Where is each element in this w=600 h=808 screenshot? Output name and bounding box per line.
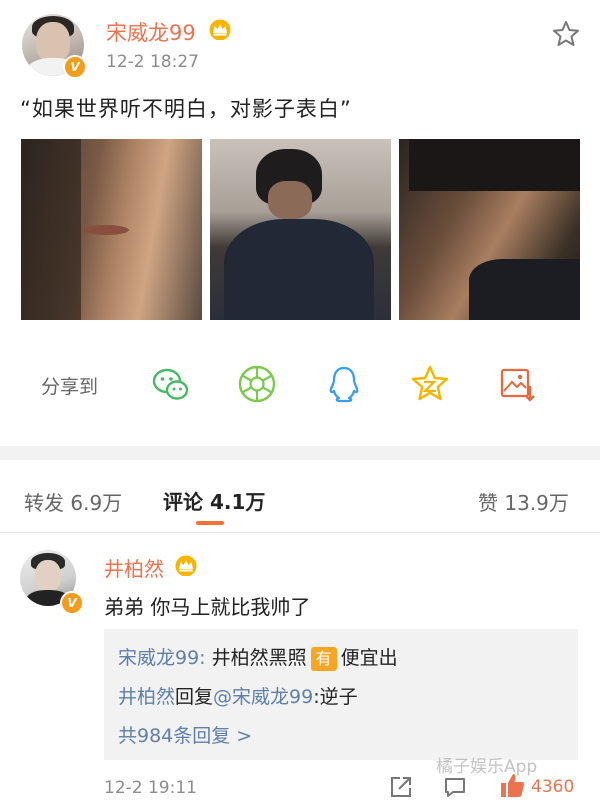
comment-time: 12-2 19:11	[104, 778, 197, 798]
reply-1-author[interactable]: 宋威龙99:	[118, 647, 206, 669]
reply-2-text: :逆子	[313, 686, 358, 708]
more-replies-link[interactable]: 共984条回复 >	[118, 721, 252, 748]
reply-1-tag: 有	[310, 647, 337, 671]
qzone-icon[interactable]	[410, 364, 450, 404]
comment-text: 弟弟 你马上就比我帅了	[104, 595, 311, 619]
avatar-face	[36, 22, 70, 62]
reply-2-mention[interactable]: @宋威龙99	[213, 686, 313, 708]
watermark: 橘子娱乐App	[436, 757, 538, 777]
qq-icon[interactable]	[324, 364, 364, 404]
post-text: “如果世界听不明白，对影子表白”	[20, 97, 352, 121]
crown-icon	[175, 555, 197, 576]
reply-2-mid: 回复	[175, 686, 214, 708]
photo-hair	[409, 139, 580, 191]
moments-icon[interactable]	[237, 364, 277, 404]
verified-badge-icon: V	[63, 55, 87, 79]
section-divider	[0, 446, 600, 460]
share-label: 分享到	[41, 376, 99, 398]
reply-2-author[interactable]: 井柏然	[118, 686, 175, 708]
tabs-bottom-border	[0, 532, 600, 533]
favorite-star-icon[interactable]	[551, 19, 581, 49]
photo-shadow	[21, 139, 81, 320]
comment-icon[interactable]	[443, 775, 467, 799]
photo-lip	[83, 225, 129, 235]
repost-icon[interactable]	[389, 775, 413, 799]
photo-body	[224, 219, 374, 320]
save-image-icon[interactable]	[497, 364, 537, 404]
reply-1: 宋威龙99: 井柏然黑照有便宜出	[118, 643, 398, 671]
commenter-name[interactable]: 井柏然	[104, 553, 164, 582]
author-name[interactable]: 宋威龙99	[106, 17, 196, 47]
reply-thread[interactable]: 宋威龙99: 井柏然黑照有便宜出 井柏然回复@宋威龙99:逆子 共984条回复 …	[104, 629, 578, 760]
reply-1-text-b: 便宜出	[340, 647, 398, 669]
post-photo-2[interactable]	[210, 139, 391, 320]
photo-face	[268, 181, 312, 219]
crown-icon	[209, 19, 231, 40]
tab-comments[interactable]: 评论 4.1万	[163, 486, 265, 515]
verified-badge-icon: V	[60, 591, 84, 615]
wechat-icon[interactable]	[151, 364, 191, 404]
post-time: 12-2 18:27	[106, 52, 199, 72]
comment-like-count: 4360	[531, 777, 575, 797]
avatar-face	[35, 560, 61, 592]
post-photo-1[interactable]	[21, 139, 202, 320]
photo-body	[469, 259, 580, 320]
tab-likes[interactable]: 赞 13.9万	[478, 487, 569, 516]
active-tab-indicator	[196, 521, 224, 525]
reply-2: 井柏然回复@宋威龙99:逆子	[118, 682, 358, 709]
reply-1-text-a: 井柏然黑照	[211, 647, 307, 669]
tab-repost[interactable]: 转发 6.9万	[24, 487, 122, 516]
post-photo-3[interactable]	[399, 139, 580, 320]
